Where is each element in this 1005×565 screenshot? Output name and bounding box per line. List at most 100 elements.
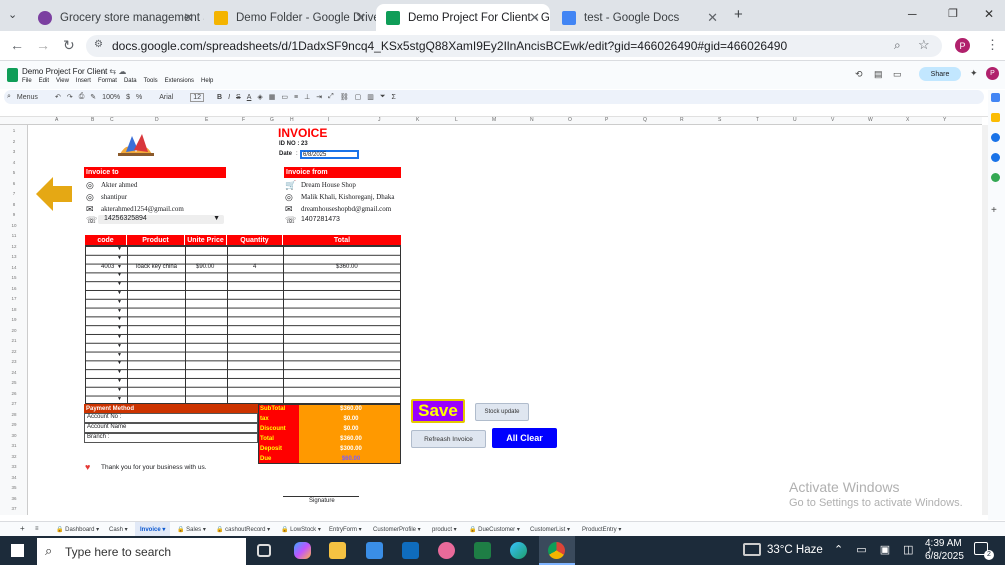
row-qty[interactable]: 4 <box>253 264 256 270</box>
tab-search-button[interactable]: ⌄ <box>8 8 17 21</box>
sheet-tab-entryform[interactable]: EntryForm ▾ <box>329 526 362 533</box>
code-dropdown-arrow-icon[interactable]: ▼ <box>117 387 122 393</box>
col-header[interactable]: M <box>492 117 496 123</box>
row-number[interactable]: 4 <box>0 160 28 165</box>
sheet-tab-sales[interactable]: 🔒 Sales ▾ <box>177 526 206 533</box>
col-header[interactable]: Q <box>643 117 647 123</box>
row-product[interactable]: loack key china <box>136 264 177 270</box>
wrap-icon[interactable]: ⇥ <box>316 93 322 101</box>
code-dropdown-arrow-icon[interactable]: ▼ <box>117 360 122 366</box>
site-info-icon[interactable]: ⚙ <box>94 39 103 50</box>
row-number[interactable]: 25 <box>0 380 28 385</box>
valign-icon[interactable]: ⊥ <box>304 93 310 101</box>
browser-tab-test-docs[interactable]: test - Google Docs ✕ <box>552 4 728 31</box>
code-dropdown-arrow-icon[interactable]: ▼ <box>117 396 122 402</box>
sheet-tab-customerlist[interactable]: CustomerList ▾ <box>530 526 570 533</box>
code-dropdown-arrow-icon[interactable]: ▼ <box>117 334 122 340</box>
edge-icon[interactable] <box>510 542 527 559</box>
code-dropdown-arrow-icon[interactable]: ▼ <box>117 308 122 314</box>
row-number[interactable]: 18 <box>0 307 28 312</box>
menus-search[interactable]: Menus <box>17 94 38 101</box>
share-button[interactable]: Share <box>919 67 961 81</box>
add-addon-icon[interactable]: + <box>991 205 997 216</box>
tray-icons[interactable]: ⌃ ▭ ▣ ◫ ♪ <box>834 543 937 556</box>
menu-extensions[interactable]: Extensions <box>165 78 194 84</box>
strikethrough-icon[interactable]: S <box>236 94 241 101</box>
all-sheets-icon[interactable]: ≡ <box>35 526 39 532</box>
col-header[interactable]: D <box>155 117 159 123</box>
task-view-icon[interactable] <box>257 544 271 557</box>
row-number[interactable]: 21 <box>0 338 28 343</box>
zoom-icon[interactable]: ⌕ <box>894 38 901 53</box>
functions-icon[interactable]: Σ <box>391 94 395 101</box>
calendar-icon[interactable] <box>991 93 1000 102</box>
zoom-select[interactable]: 100% <box>102 94 120 101</box>
to-phone-dropdown[interactable]: 14256325894 ▼ <box>98 215 224 224</box>
row-number[interactable]: 32 <box>0 454 28 459</box>
code-dropdown-arrow-icon[interactable]: ▼ <box>117 290 122 296</box>
row-number[interactable]: 37 <box>0 506 28 511</box>
rotate-icon[interactable]: ⤢ <box>328 93 334 101</box>
browser-menu-icon[interactable]: ⋮ <box>986 37 999 53</box>
date-value-cell[interactable]: 6/8/2025 <box>300 150 359 159</box>
branch[interactable]: Branch : <box>84 433 258 443</box>
sheet-tab-customerprofile[interactable]: CustomerProfile ▾ <box>373 526 421 533</box>
code-dropdown-arrow-icon[interactable]: ▼ <box>117 378 122 384</box>
maps-icon[interactable] <box>991 173 1000 182</box>
comment-add-icon[interactable]: ▢ <box>355 93 362 101</box>
row-number[interactable]: 22 <box>0 349 28 354</box>
row-number[interactable]: 9 <box>0 212 28 217</box>
row-number[interactable]: 11 <box>0 233 28 238</box>
sheet-tab-duecustomer[interactable]: 🔒 DueCustomer ▾ <box>469 526 520 533</box>
store-icon[interactable] <box>366 542 383 559</box>
bookmark-star-icon[interactable]: ☆ <box>918 37 930 53</box>
font-size-input[interactable]: 12 <box>190 92 205 102</box>
id-value[interactable]: 23 <box>301 141 308 147</box>
fill-color-icon[interactable]: ◈ <box>257 93 262 101</box>
browser-tab-drive[interactable]: Demo Folder - Google Drive ✕ <box>204 4 376 31</box>
menu-insert[interactable]: Insert <box>76 78 91 84</box>
back-arrow-icon[interactable] <box>36 177 72 211</box>
close-window-button[interactable]: ✕ <box>984 7 994 21</box>
history-icon[interactable]: ⟲ <box>855 69 863 80</box>
menu-view[interactable]: View <box>56 78 69 84</box>
col-header[interactable]: O <box>568 117 572 123</box>
star-icon[interactable]: ☆ ⇆ ☁ <box>100 67 126 76</box>
paint-format-icon[interactable]: ✎ <box>90 93 96 101</box>
document-title[interactable]: Demo Project For Client <box>22 67 107 76</box>
comment-icon[interactable]: ▤ <box>874 69 883 80</box>
menu-data[interactable]: Data <box>124 78 137 84</box>
col-header[interactable]: P <box>605 117 608 123</box>
redo-icon[interactable]: ↷ <box>67 93 73 101</box>
forward-icon[interactable]: → <box>36 37 50 53</box>
sheet-tab-invoice[interactable]: Invoice ▾ <box>135 522 171 536</box>
bold-icon[interactable]: B <box>217 94 222 101</box>
contacts-icon[interactable] <box>991 153 1000 162</box>
save-button[interactable]: Save <box>411 399 465 423</box>
sheet-tab-dashboard[interactable]: 🔒 Dashboard ▾ <box>56 526 99 533</box>
col-header[interactable]: L <box>455 117 458 123</box>
paint-icon[interactable] <box>438 542 455 559</box>
font-select[interactable]: Arial <box>159 94 173 101</box>
code-dropdown-arrow-icon[interactable]: ▼ <box>117 272 122 278</box>
windows-start-icon[interactable] <box>11 544 24 557</box>
code-dropdown-arrow-icon[interactable]: ▼ <box>117 316 122 322</box>
filter-icon[interactable]: ⏷ <box>380 93 386 101</box>
borders-icon[interactable]: ▦ <box>269 93 276 101</box>
row-number[interactable]: 24 <box>0 370 28 375</box>
row-number[interactable]: 35 <box>0 485 28 490</box>
browser-tab-grocery[interactable]: Grocery store management Sp ✕ <box>28 4 204 31</box>
code-dropdown-arrow-icon[interactable]: ▼ <box>117 255 122 261</box>
meet-icon[interactable]: ▭ <box>893 69 902 80</box>
code-dropdown-arrow-icon[interactable]: ▼ <box>117 352 122 358</box>
col-header[interactable]: K <box>416 117 419 123</box>
browser-tab-demo-project[interactable]: Demo Project For Client - Goog ✕ <box>376 4 550 31</box>
col-header[interactable]: T <box>756 117 759 123</box>
col-header[interactable]: B <box>91 117 94 123</box>
row-number[interactable]: 7 <box>0 191 28 196</box>
code-dropdown-arrow-icon[interactable]: ▼ <box>117 281 122 287</box>
close-icon[interactable]: ✕ <box>529 10 540 26</box>
row-number[interactable]: 13 <box>0 254 28 259</box>
code-dropdown-arrow-icon[interactable]: ▼ <box>117 264 122 270</box>
col-header[interactable]: R <box>680 117 684 123</box>
